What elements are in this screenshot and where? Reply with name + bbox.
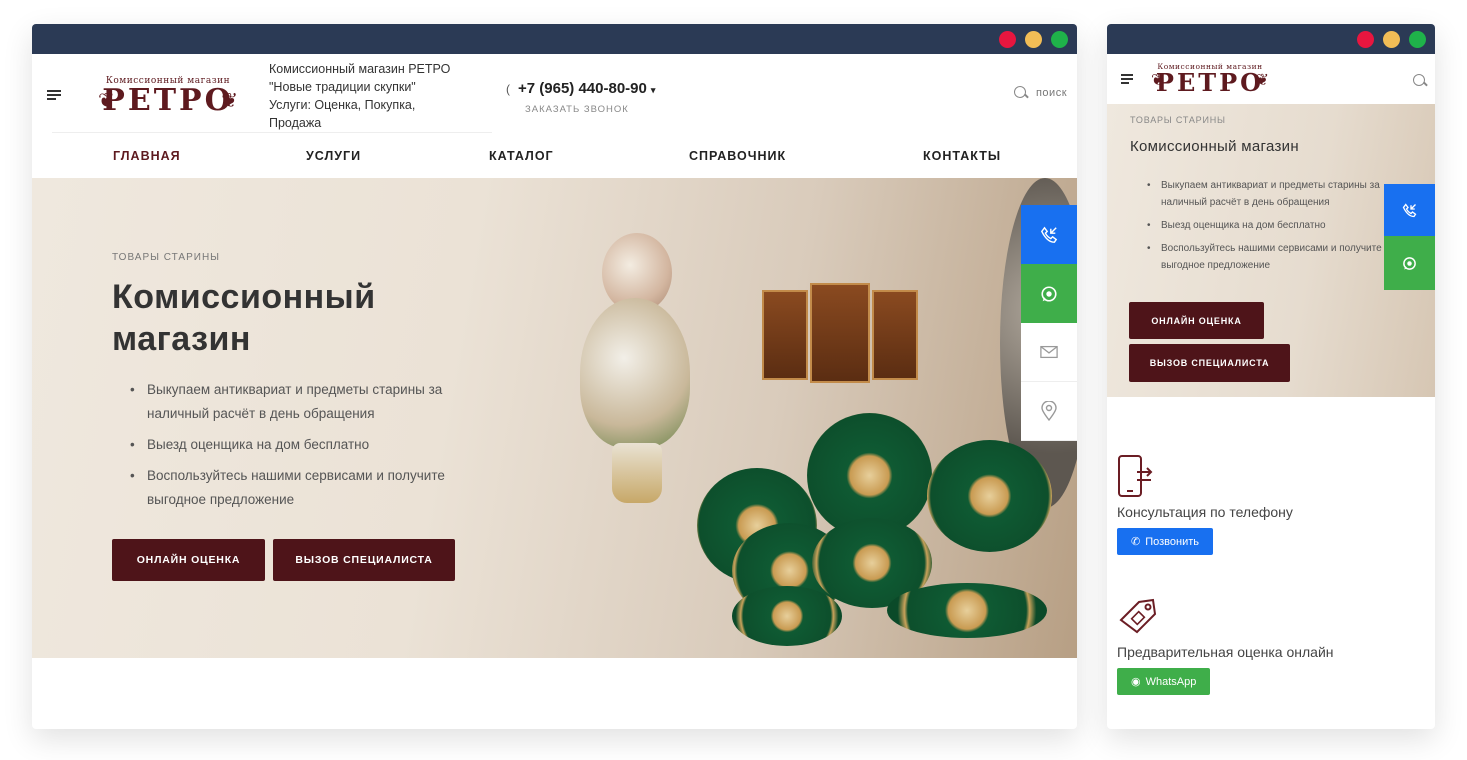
shop-info-line: Комиссионный магазин РЕТРО [269, 62, 451, 76]
green-dish-image [732, 586, 842, 646]
shop-info-line: Продажа [269, 116, 322, 130]
handset-icon: ( [506, 82, 510, 96]
logo-main-text: РЕТРО [102, 83, 234, 118]
price-tag-icon [1117, 594, 1157, 638]
nav-item-catalog[interactable]: КАТАЛОГ [489, 149, 554, 163]
nav-item-services[interactable]: УСЛУГИ [306, 149, 361, 163]
hero-kicker: ТОВАРЫ СТАРИНЫ [1130, 115, 1226, 125]
phone-consult-icon [1117, 454, 1157, 498]
callback-icon[interactable] [1021, 205, 1077, 264]
desktop-window: ❦ Комиссионный магазин РЕТРО ❦ Комиссион… [32, 24, 1077, 729]
feature-text: Консультация по телефону [1117, 504, 1293, 520]
online-estimate-button[interactable]: ОНЛАЙН ОЦЕНКА [112, 539, 265, 581]
hero-kicker: ТОВАРЫ СТАРИНЫ [112, 252, 221, 263]
site-logo[interactable]: ❦ Комиссионный магазин РЕТРО ❦ [1151, 62, 1269, 95]
call-now-label: Позвонить [1145, 535, 1199, 548]
site-header: ❦ Комиссионный магазин РЕТРО ❦ Комиссион… [32, 54, 1077, 132]
call-specialist-button[interactable]: ВЫЗОВ СПЕЦИАЛИСТА [1129, 344, 1290, 382]
feature-phone-consult: Консультация по телефону ✆ Позвонить [1117, 454, 1293, 555]
call-now-button[interactable]: ✆ Позвонить [1117, 528, 1213, 555]
maximize-window-button[interactable] [1051, 31, 1068, 48]
callback-icon: ✆ [1131, 536, 1141, 548]
whatsapp-icon[interactable] [1021, 264, 1077, 323]
logo-main-text: РЕТРО [1155, 68, 1265, 97]
hero-bullet: Выкупаем антиквариат и предметы старины … [130, 378, 490, 426]
search-button[interactable]: ПОИСК [1013, 86, 1067, 100]
hero-banner: ТОВАРЫ СТАРИНЫ Комиссионный магазин Выку… [32, 178, 1077, 658]
contact-widget [1384, 184, 1435, 290]
chevron-down-icon[interactable]: ▾ [651, 85, 656, 95]
feature-text: Предварительная оценка онлайн [1117, 644, 1334, 660]
green-plate-image [927, 440, 1052, 552]
hero-bullet: Выезд оценщика на дом бесплатно [1147, 217, 1417, 234]
laurel-right-icon: ❦ [1255, 70, 1269, 89]
nav-item-reference[interactable]: СПРАВОЧНИК [689, 149, 786, 163]
hero-bullets: Выкупаем антиквариат и предметы старины … [1147, 177, 1417, 280]
hero-title: Комиссионный магазин [112, 278, 376, 358]
mobile-window: ❦ Комиссионный магазин РЕТРО ❦ ТОВАРЫ СТ… [1107, 24, 1435, 729]
porcelain-vase-body-image [580, 298, 690, 448]
shop-info: Комиссионный магазин РЕТРО "Новые традиц… [269, 60, 474, 132]
laurel-left-icon: ❦ [98, 88, 115, 112]
hero-bullet: Воспользуйтесь нашими сервисами и получи… [1147, 240, 1417, 274]
feature-online-estimate: Предварительная оценка онлайн ◉ WhatsApp [1117, 594, 1334, 695]
search-label: ПОИСК [1035, 87, 1067, 99]
whatsapp-icon[interactable] [1384, 236, 1435, 290]
location-icon[interactable] [1021, 382, 1077, 441]
porcelain-vase-foot-image [612, 443, 662, 503]
close-window-button[interactable] [1357, 31, 1374, 48]
laurel-left-icon: ❦ [1151, 70, 1165, 89]
shop-info-line: "Новые традиции скупки" [269, 80, 416, 94]
online-estimate-button[interactable]: ОНЛАЙН ОЦЕНКА [1129, 302, 1264, 339]
hero-title: Комиссионный магазин [1130, 138, 1299, 155]
hero-bullet: Воспользуйтесь нашими сервисами и получи… [130, 464, 490, 512]
call-specialist-button[interactable]: ВЫЗОВ СПЕЦИАЛИСТА [273, 539, 455, 581]
window-titlebar [1107, 24, 1435, 54]
triptych-left-image [762, 290, 808, 380]
maximize-window-button[interactable] [1409, 31, 1426, 48]
close-window-button[interactable] [999, 31, 1016, 48]
hero-bullets: Выкупаем антиквариат и предметы старины … [130, 378, 490, 519]
menu-burger-icon[interactable] [1121, 74, 1135, 84]
callback-icon[interactable] [1384, 184, 1435, 236]
triptych-right-image [872, 290, 918, 380]
nav-item-home[interactable]: ГЛАВНАЯ [113, 149, 181, 163]
laurel-right-icon: ❦ [221, 88, 238, 112]
site-logo[interactable]: ❦ Комиссионный магазин РЕТРО ❦ [98, 76, 238, 116]
phone-number: +7 (965) 440-80-90 [518, 80, 647, 97]
green-oval-dish-image [887, 583, 1047, 638]
callback-link[interactable]: ЗАКАЗАТЬ ЗВОНОК [525, 104, 629, 115]
minimize-window-button[interactable] [1383, 31, 1400, 48]
hero-bullet: Выкупаем антиквариат и предметы старины … [1147, 177, 1417, 211]
nav-item-contacts[interactable]: КОНТАКТЫ [923, 149, 1001, 163]
search-icon[interactable] [1413, 74, 1427, 88]
menu-burger-icon[interactable] [47, 90, 61, 100]
hero-bullet: Выезд оценщика на дом бесплатно [130, 433, 490, 457]
contact-widget [1021, 205, 1077, 441]
shop-info-line: Услуги: Оценка, Покупка, [269, 98, 416, 112]
minimize-window-button[interactable] [1025, 31, 1042, 48]
search-icon [1013, 86, 1028, 100]
whatsapp-label: WhatsApp [1145, 675, 1197, 688]
mail-icon[interactable] [1021, 323, 1077, 382]
main-nav: ГЛАВНАЯ УСЛУГИ КАТАЛОГ СПРАВОЧНИК КОНТАК… [32, 132, 1077, 178]
triptych-center-image [810, 283, 870, 383]
whatsapp-button[interactable]: ◉ WhatsApp [1117, 668, 1211, 695]
whatsapp-icon: ◉ [1131, 676, 1141, 688]
mobile-header: ❦ Комиссионный магазин РЕТРО ❦ [1107, 54, 1435, 104]
header-phone[interactable]: ( +7 (965) 440-80-90 ▾ [506, 80, 655, 97]
window-titlebar [32, 24, 1077, 54]
